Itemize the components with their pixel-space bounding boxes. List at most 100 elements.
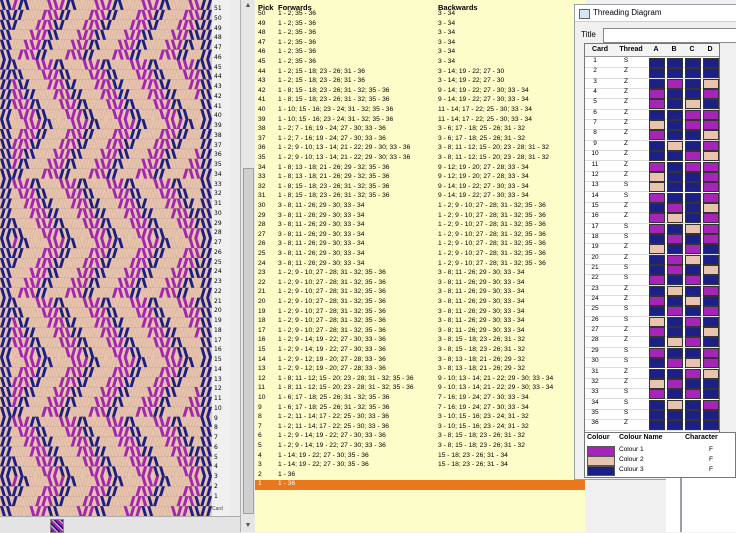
pick-row[interactable]: 34 1 - 8; 13 - 18; 21 - 26; 29 - 32; 35 -… — [255, 164, 585, 174]
pick-row[interactable]: 47 1 - 2; 35 - 36 3 - 34 — [255, 39, 585, 49]
pick-row[interactable]: 49 1 - 2; 35 - 36 3 - 34 — [255, 20, 585, 30]
thread-direction[interactable]: S — [621, 57, 631, 64]
pick-row[interactable]: 14 1 - 2; 9 - 12; 19 - 20; 27 - 28; 33 - … — [255, 356, 585, 366]
pick-row[interactable]: 36 1 - 2; 9 - 10; 13 - 14; 21 - 22; 29 - … — [255, 144, 585, 154]
weave-preview-icon[interactable] — [50, 519, 64, 533]
thread-direction[interactable]: Z — [621, 67, 631, 74]
pick-row[interactable]: 46 1 - 2; 35 - 36 3 - 34 — [255, 48, 585, 58]
pick-row[interactable]: 17 1 - 2; 9 - 10; 27 - 28; 31 - 32; 35 - … — [255, 327, 585, 337]
thread-direction[interactable]: Z — [621, 336, 631, 343]
pick-row[interactable]: 2 1 - 36 — [255, 471, 585, 481]
thread-direction[interactable]: Z — [621, 119, 631, 126]
card-row[interactable]: 36 Z — [585, 419, 719, 431]
pick-row[interactable]: 28 3 - 8; 11 - 26; 29 - 30; 33 - 34 1 - 2;… — [255, 221, 585, 231]
thread-direction[interactable]: S — [621, 357, 631, 364]
thread-direction[interactable]: S — [621, 305, 631, 312]
pick-row[interactable]: 33 1 - 8; 13 - 18; 21 - 26; 29 - 32; 35 -… — [255, 173, 585, 183]
pick-row[interactable]: 41 1 - 8; 15 - 18; 23 - 26; 31 - 32; 35 -… — [255, 96, 585, 106]
thread-direction[interactable]: Z — [621, 140, 631, 147]
thread-direction[interactable]: S — [621, 347, 631, 354]
window-title-bar[interactable]: Threading Diagram — [575, 5, 736, 22]
pick-row[interactable]: 39 1 - 10; 15 - 16; 23 - 24; 31 - 32; 35 … — [255, 116, 585, 126]
pick-row[interactable]: 1 1 - 36 — [255, 480, 585, 490]
pick-row[interactable]: 37 1 - 2; 7 - 16; 19 - 24; 27 - 30; 33 - … — [255, 135, 585, 145]
pick-row[interactable]: 24 3 - 8; 11 - 26; 29 - 30; 33 - 34 1 - 2;… — [255, 260, 585, 270]
scroll-up-arrow-icon[interactable]: ▲ — [241, 0, 255, 12]
pick-row[interactable]: 6 1 - 2; 9 - 14; 19 - 22; 27 - 30; 33 - 3… — [255, 432, 585, 442]
pick-row[interactable]: 29 3 - 8; 11 - 26; 29 - 30; 33 - 34 1 - 2;… — [255, 212, 585, 222]
thread-direction[interactable]: Z — [621, 161, 631, 168]
thread-direction[interactable]: S — [621, 274, 631, 281]
pick-row[interactable]: 3 1 - 14; 19 - 22; 27 - 30; 35 - 36 15 - 1… — [255, 461, 585, 471]
thread-direction[interactable]: Z — [621, 171, 631, 178]
pick-row[interactable]: 30 3 - 8; 11 - 26; 29 - 30; 33 - 34 1 - 2;… — [255, 202, 585, 212]
scroll-down-arrow-icon[interactable]: ▼ — [241, 520, 255, 532]
thread-direction[interactable]: Z — [621, 98, 631, 105]
title-input[interactable] — [603, 28, 736, 43]
thread-direction[interactable]: Z — [621, 109, 631, 116]
thread-direction[interactable]: Z — [621, 254, 631, 261]
thread-direction[interactable]: S — [621, 192, 631, 199]
thread-direction[interactable]: S — [621, 223, 631, 230]
thread-direction[interactable]: Z — [621, 88, 631, 95]
pick-row[interactable]: 23 1 - 2; 9 - 10; 27 - 28; 31 - 32; 35 - … — [255, 269, 585, 279]
colour-swatch[interactable] — [587, 466, 615, 476]
colour-row[interactable]: Colour 2 F — [585, 455, 735, 466]
pick-row[interactable]: 19 1 - 2; 9 - 10; 27 - 28; 31 - 32; 35 - … — [255, 308, 585, 318]
thread-direction[interactable]: Z — [621, 212, 631, 219]
thread-direction[interactable]: Z — [621, 150, 631, 157]
pick-row[interactable]: 31 1 - 8; 15 - 18; 23 - 26; 31 - 32; 35 -… — [255, 192, 585, 202]
hole-a-colour-cell[interactable] — [649, 420, 665, 431]
thread-direction[interactable]: Z — [621, 378, 631, 385]
pick-row[interactable]: 21 1 - 2; 9 - 10; 27 - 28; 31 - 32; 35 - … — [255, 288, 585, 298]
pick-row[interactable]: 12 1 - 8; 11 - 12; 15 - 20; 23 - 28; 31 -… — [255, 375, 585, 385]
thread-direction[interactable]: Z — [621, 419, 631, 426]
pick-row[interactable]: 45 1 - 2; 35 - 36 3 - 34 — [255, 58, 585, 68]
pick-row[interactable]: 44 1 - 2; 15 - 18; 23 - 26; 31 - 36 3 - 14… — [255, 68, 585, 78]
pick-row[interactable]: 32 1 - 8; 15 - 18; 23 - 26; 31 - 32; 35 -… — [255, 183, 585, 193]
pick-row[interactable]: 25 3 - 8; 11 - 26; 29 - 30; 33 - 34 1 - 2;… — [255, 250, 585, 260]
hole-d-colour-cell[interactable] — [703, 420, 719, 431]
thread-direction[interactable]: Z — [621, 129, 631, 136]
pick-row[interactable]: 11 1 - 8; 11 - 12; 15 - 20; 23 - 28; 31 -… — [255, 384, 585, 394]
thread-direction[interactable]: Z — [621, 326, 631, 333]
pick-row[interactable]: 7 1 - 2; 11 - 14; 17 - 22; 25 - 30; 33 - … — [255, 423, 585, 433]
thread-direction[interactable]: S — [621, 316, 631, 323]
thread-direction[interactable]: S — [621, 181, 631, 188]
pick-row[interactable]: 13 1 - 2; 9 - 12; 19 - 20; 27 - 28; 33 - … — [255, 365, 585, 375]
pick-row[interactable]: 26 3 - 8; 11 - 26; 29 - 30; 33 - 34 1 - 2;… — [255, 240, 585, 250]
thread-direction[interactable]: Z — [621, 78, 631, 85]
thread-direction[interactable]: S — [621, 264, 631, 271]
pick-row[interactable]: 43 1 - 2; 15 - 18; 23 - 26; 31 - 36 3 - 14… — [255, 77, 585, 87]
pick-row[interactable]: 18 1 - 2; 9 - 10; 27 - 28; 31 - 32; 35 - … — [255, 317, 585, 327]
pick-row[interactable]: 15 1 - 2; 9 - 14; 19 - 22; 27 - 30; 33 - … — [255, 346, 585, 356]
thread-direction[interactable]: S — [621, 409, 631, 416]
pick-row[interactable]: 16 1 - 2; 9 - 14; 19 - 22; 27 - 30; 33 - … — [255, 336, 585, 346]
hole-c-colour-cell[interactable] — [685, 420, 701, 431]
thread-direction[interactable]: S — [621, 388, 631, 395]
pick-row[interactable]: 22 1 - 2; 9 - 10; 27 - 28; 31 - 32; 35 - … — [255, 279, 585, 289]
pick-row[interactable]: 40 1 - 10; 15 - 16; 23 - 24; 31 - 32; 35 … — [255, 106, 585, 116]
thread-direction[interactable]: S — [621, 233, 631, 240]
thread-direction[interactable]: Z — [621, 285, 631, 292]
thread-direction[interactable]: Z — [621, 368, 631, 375]
thread-direction[interactable]: Z — [621, 295, 631, 302]
pick-row[interactable]: 5 1 - 2; 9 - 14; 19 - 22; 27 - 30; 33 - 3… — [255, 442, 585, 452]
pick-row[interactable]: 20 1 - 2; 9 - 10; 27 - 28; 31 - 32; 35 - … — [255, 298, 585, 308]
scrollbar-thumb[interactable] — [243, 168, 254, 514]
pick-row[interactable]: 4 1 - 14; 19 - 22; 27 - 30; 35 - 36 15 - 1… — [255, 452, 585, 462]
pick-row[interactable]: 27 3 - 8; 11 - 26; 29 - 30; 33 - 34 1 - 2;… — [255, 231, 585, 241]
pick-row[interactable]: 50 1 - 2; 35 - 36 3 - 34 — [255, 10, 585, 20]
pick-row[interactable]: 42 1 - 8; 15 - 18; 23 - 26; 31 - 32; 35 -… — [255, 87, 585, 97]
pick-row[interactable]: 35 1 - 2; 9 - 10; 13 - 14; 21 - 22; 29 - … — [255, 154, 585, 164]
colour-row[interactable]: Colour 3 F — [585, 465, 735, 476]
pick-row[interactable]: 9 1 - 6; 17 - 18; 25 - 26; 31 - 32; 35 - … — [255, 404, 585, 414]
thread-direction[interactable]: S — [621, 399, 631, 406]
pick-row[interactable]: 48 1 - 2; 35 - 36 3 - 34 — [255, 29, 585, 39]
hole-b-colour-cell[interactable] — [667, 420, 683, 431]
thread-direction[interactable]: Z — [621, 243, 631, 250]
thread-direction[interactable]: Z — [621, 202, 631, 209]
vertical-scrollbar[interactable]: ▲ ▼ — [240, 0, 255, 532]
pick-row[interactable]: 8 1 - 2; 11 - 14; 17 - 22; 25 - 30; 33 - … — [255, 413, 585, 423]
colour-row[interactable]: Colour 1 F — [585, 445, 735, 456]
